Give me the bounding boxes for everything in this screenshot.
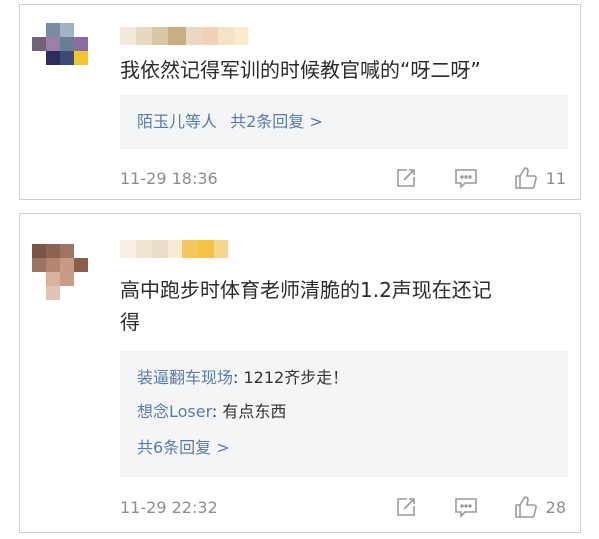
comment-text: 我依然记得军训的时候教官喊的“呀二呀”: [120, 58, 481, 82]
reply-text: : 1212齐步走！: [233, 368, 349, 387]
comment-text: 高中跑步时体育老师清脆的1.2声现在还记 得: [120, 274, 560, 338]
more-replies-link[interactable]: 共6条回复 >: [137, 438, 230, 457]
username-blurred[interactable]: [120, 240, 228, 258]
comment-meta: 11-29 22:32 28: [120, 494, 566, 520]
comment-icon[interactable]: [454, 166, 478, 190]
timestamp: 11-29 22:32: [120, 497, 218, 517]
reply-item[interactable]: 装逼翻车现场: 1212齐步走！: [137, 367, 348, 389]
reply-count-link[interactable]: 共2条回复 >: [230, 112, 323, 131]
reply-item[interactable]: 想念Loser: 有点东西: [137, 401, 286, 423]
comment-text-line: 得: [120, 310, 140, 334]
timestamp: 11-29 18:36: [120, 168, 218, 188]
thumbs-up-icon[interactable]: [514, 495, 538, 519]
share-icon[interactable]: [394, 166, 418, 190]
like-button[interactable]: 28: [514, 495, 566, 519]
comment-card: 我依然记得军训的时候教官喊的“呀二呀” 陌玉儿等人 共2条回复 > 11-29 …: [19, 4, 581, 200]
like-count: 28: [545, 497, 566, 517]
reply-username[interactable]: 想念Loser: [137, 402, 212, 421]
comment-text-line: 高中跑步时体育老师清脆的1.2声现在还记: [120, 278, 492, 302]
reply-users[interactable]: 陌玉儿等人: [137, 112, 217, 131]
reply-text: : 有点东西: [211, 402, 287, 421]
thumbs-up-icon[interactable]: [514, 166, 538, 190]
avatar[interactable]: [32, 244, 88, 300]
like-count: 11: [545, 168, 566, 188]
comment-card: 高中跑步时体育老师清脆的1.2声现在还记 得 装逼翻车现场: 1212齐步走！ …: [19, 213, 581, 533]
reply-preview[interactable]: 装逼翻车现场: 1212齐步走！ 想念Loser: 有点东西 共6条回复 >: [120, 351, 568, 477]
reply-username[interactable]: 装逼翻车现场: [137, 368, 233, 387]
avatar[interactable]: [32, 23, 88, 79]
comment-icon[interactable]: [454, 495, 478, 519]
like-button[interactable]: 11: [514, 166, 566, 190]
comment-meta: 11-29 18:36 11: [120, 165, 566, 191]
reply-summary[interactable]: 陌玉儿等人 共2条回复 >: [120, 95, 568, 149]
username-blurred[interactable]: [120, 27, 248, 45]
share-icon[interactable]: [394, 495, 418, 519]
